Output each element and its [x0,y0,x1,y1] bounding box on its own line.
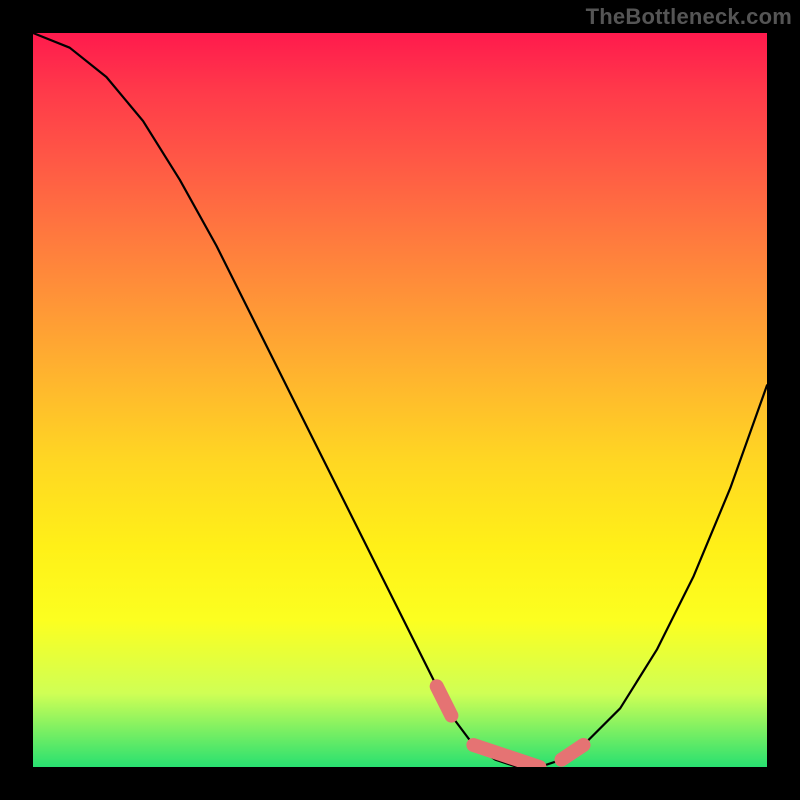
highlight-segment-2 [562,745,584,760]
bottleneck-curve [33,33,767,767]
highlight-segment-0 [437,686,452,715]
plot-area [33,33,767,767]
watermark-text: TheBottleneck.com [586,4,792,30]
bottleneck-curve-svg [33,33,767,767]
chart-frame: TheBottleneck.com [0,0,800,800]
